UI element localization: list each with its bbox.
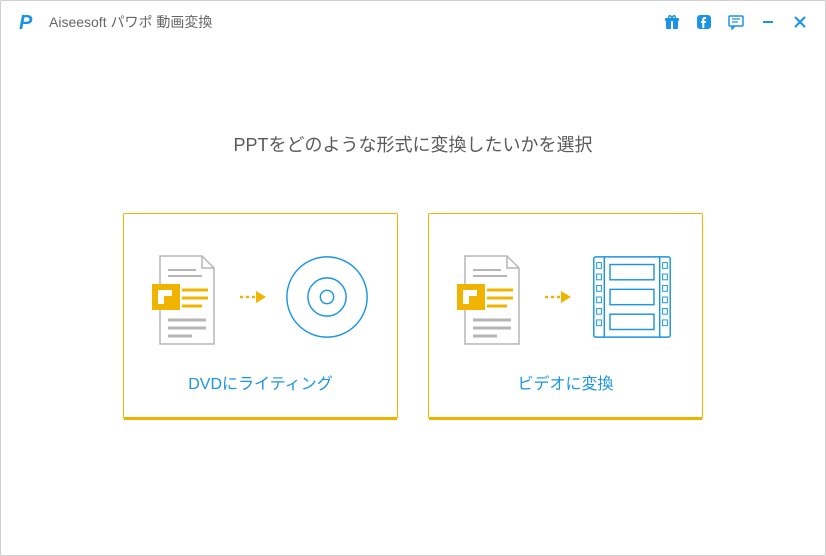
arrow-icon [238,287,268,307]
document-icon [152,252,222,342]
option-video-graphic [456,242,676,352]
minimize-button[interactable] [759,13,777,31]
close-button[interactable] [791,13,809,31]
app-window: P Aiseesoft パワポ 動画変換 PPTをどのような形式に変換したいかを… [0,0,826,556]
app-title: Aiseesoft パワポ 動画変換 [49,12,663,32]
film-icon [589,252,675,342]
titlebar: P Aiseesoft パワポ 動画変換 [1,1,825,43]
option-dvd[interactable]: DVDにライティング [123,213,398,419]
document-icon [457,252,527,342]
arrow-icon [543,287,573,307]
option-video[interactable]: ビデオに変換 [428,213,703,419]
feedback-icon[interactable] [727,13,745,31]
app-logo-icon: P [17,11,39,33]
option-dvd-label: DVDにライティング [188,370,333,394]
main-content: PPTをどのような形式に変換したいかを選択 [1,43,825,555]
svg-text:P: P [19,12,33,33]
option-dvd-graphic [151,242,371,352]
gift-icon[interactable] [663,13,681,31]
disc-icon [284,252,370,342]
titlebar-actions [663,13,809,31]
page-heading: PPTをどのような形式に変換したいかを選択 [233,131,592,157]
option-video-label: ビデオに変換 [517,370,613,394]
facebook-icon[interactable] [695,13,713,31]
options-row: DVDにライティング [123,213,703,419]
